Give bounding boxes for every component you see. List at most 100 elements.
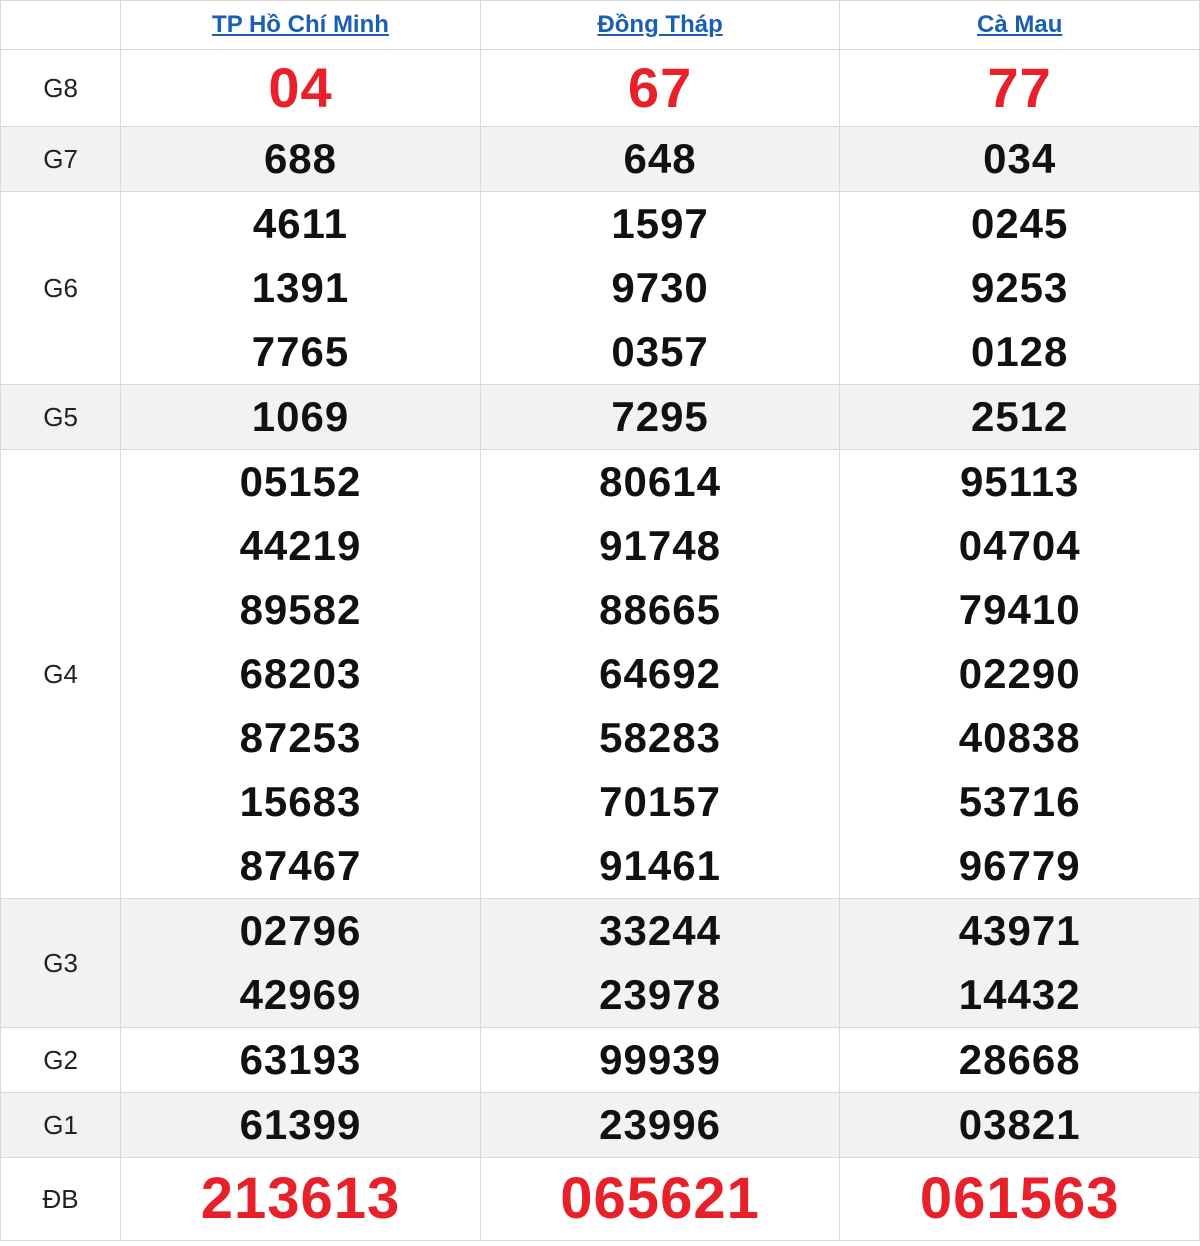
prize-number: 79410 (958, 586, 1081, 633)
prize-cell-province-3: 77 (839, 49, 1200, 127)
prize-number: 9253 (970, 264, 1069, 311)
prize-number: 40838 (958, 714, 1081, 761)
prize-cell-province-3: 03821 (839, 1092, 1200, 1158)
prize-number: 23978 (599, 971, 721, 1018)
prize-cell-province-3: 28668 (839, 1027, 1200, 1093)
prize-number: 91748 (599, 522, 721, 569)
prize-number: 7765 (251, 328, 350, 375)
prize-cell-province-1: 04 (120, 49, 481, 127)
prize-cell-province-3: 034 (839, 126, 1200, 192)
prize-number: 42969 (239, 971, 362, 1018)
prize-label: G7 (0, 126, 122, 192)
province-link-2[interactable]: Đồng Tháp (597, 11, 722, 38)
prize-number: 0357 (611, 328, 709, 375)
prize-cell-province-1: 63193 (120, 1027, 481, 1093)
prize-cell-province-1: 61399 (120, 1092, 481, 1158)
prize-cell-province-1: 688 (120, 126, 481, 192)
prize-number: 04 (268, 56, 333, 119)
prize-cell-province-3: 95113 04704 79410 02290 40838 53716 96779 (839, 449, 1200, 899)
province-link-3[interactable]: Cà Mau (977, 11, 1062, 38)
prize-number: 02796 (239, 907, 362, 954)
results-body: G8 04 67 77 G7 688 648 034 G6 4611 1391 7765 1597 973… (0, 49, 1200, 1241)
prize-row-g3: G3 02796 42969 33244 23978 43971 14432 (0, 898, 1200, 1028)
prize-cell-province-1: 1069 (120, 384, 481, 450)
prize-cell-province-3: 43971 14432 (839, 898, 1200, 1028)
prize-number: 05152 (239, 458, 362, 505)
prize-number: 61399 (239, 1101, 362, 1148)
prize-number: 061563 (919, 1166, 1120, 1231)
prize-cell-province-2: 648 (479, 126, 841, 192)
prize-number: 96779 (958, 842, 1081, 889)
province-header-1: TP Hồ Chí Minh (120, 0, 481, 50)
prize-row-g8: G8 04 67 77 (0, 49, 1200, 127)
prize-number: 67 (627, 56, 693, 119)
prize-label: G2 (0, 1027, 122, 1093)
prize-row-g5: G5 1069 7295 2512 (0, 384, 1200, 450)
prize-cell-province-1: 05152 44219 89582 68203 87253 15683 87467 (120, 449, 481, 899)
prize-number: 7295 (611, 393, 709, 440)
prize-number: 43971 (958, 907, 1081, 954)
lottery-results-table: TP Hồ Chí Minh Đồng Tháp Cà Mau G8 04 67 77… (0, 0, 1200, 1241)
prize-cell-province-2: 67 (479, 49, 841, 127)
province-header-3: Cà Mau (839, 0, 1200, 50)
prize-number: 95113 (959, 458, 1080, 505)
prize-number: 1391 (251, 264, 350, 311)
province-link-1[interactable]: TP Hồ Chí Minh (212, 11, 389, 38)
prize-number: 1069 (251, 393, 350, 440)
prize-number: 02290 (958, 650, 1081, 697)
prize-number: 63193 (239, 1036, 362, 1083)
header-row: TP Hồ Chí Minh Đồng Tháp Cà Mau (0, 0, 1200, 50)
prize-cell-province-2: 065621 (479, 1157, 841, 1241)
prize-cell-province-2: 99939 (479, 1027, 841, 1093)
prize-number: 87253 (239, 714, 362, 761)
prize-label: ĐB (0, 1157, 122, 1241)
prize-label: G1 (0, 1092, 122, 1158)
prize-number: 065621 (560, 1166, 760, 1231)
prize-number: 53716 (958, 778, 1081, 825)
prize-number: 2512 (970, 393, 1069, 440)
prize-row-g2: G2 63193 99939 28668 (0, 1027, 1200, 1093)
prize-number: 70157 (599, 778, 721, 825)
prize-number: 87467 (239, 842, 362, 889)
prize-cell-province-1: 4611 1391 7765 (120, 191, 481, 385)
prize-number: 1597 (611, 200, 709, 247)
prize-number: 0128 (970, 328, 1069, 375)
prize-label: G4 (0, 449, 122, 899)
prize-cell-province-2: 33244 23978 (479, 898, 841, 1028)
prize-number: 03821 (958, 1101, 1081, 1148)
prize-number: 80614 (599, 458, 721, 505)
prize-number: 77 (987, 56, 1052, 119)
prize-number: 688 (263, 135, 338, 182)
prize-cell-province-2: 1597 9730 0357 (479, 191, 841, 385)
prize-cell-province-3: 0245 9253 0128 (839, 191, 1200, 385)
prize-label: G3 (0, 898, 122, 1028)
prize-cell-province-2: 7295 (479, 384, 841, 450)
prize-number: 04704 (958, 522, 1081, 569)
prize-number: 14432 (958, 971, 1081, 1018)
province-header-2: Đồng Tháp (479, 0, 841, 50)
prize-number: 91461 (599, 842, 721, 889)
header-label-cell (0, 0, 122, 50)
prize-number: 648 (623, 135, 697, 182)
prize-number: 99939 (599, 1036, 721, 1083)
prize-cell-province-1: 02796 42969 (120, 898, 481, 1028)
prize-row-g7: G7 688 648 034 (0, 126, 1200, 192)
prize-number: 213613 (200, 1166, 401, 1231)
prize-number: 88665 (599, 586, 721, 633)
prize-cell-province-2: 80614 91748 88665 64692 58283 70157 91461 (479, 449, 841, 899)
prize-number: 9730 (611, 264, 709, 311)
prize-label: G5 (0, 384, 122, 450)
prize-cell-province-2: 23996 (479, 1092, 841, 1158)
prize-row-g1: G1 61399 23996 03821 (0, 1092, 1200, 1158)
prize-row-b: ĐB 213613 065621 061563 (0, 1157, 1200, 1241)
prize-number: 0245 (970, 200, 1069, 247)
prize-label: G8 (0, 49, 122, 127)
prize-number: 89582 (239, 586, 362, 633)
prize-number: 034 (983, 135, 1057, 182)
prize-cell-province-3: 061563 (839, 1157, 1200, 1241)
prize-number: 64692 (599, 650, 721, 697)
prize-cell-province-3: 2512 (839, 384, 1200, 450)
prize-row-g6: G6 4611 1391 7765 1597 9730 0357 0245 9253 0128 (0, 191, 1200, 385)
prize-number: 33244 (599, 907, 721, 954)
prize-cell-province-1: 213613 (120, 1157, 481, 1241)
